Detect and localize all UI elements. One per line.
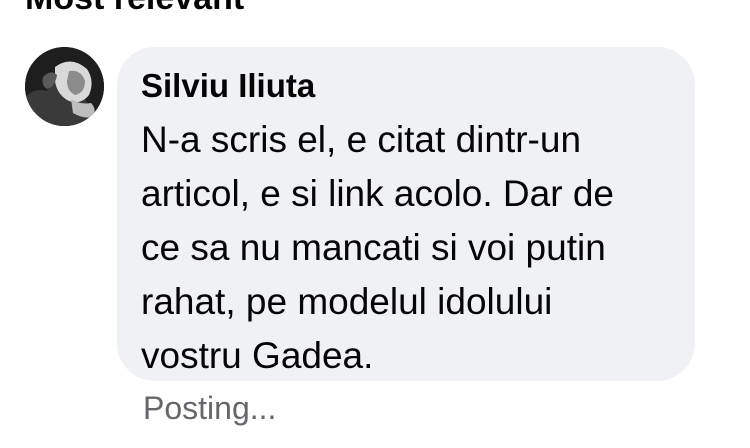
comment-line: N-a scris el, e citat dintr-un (141, 119, 582, 160)
comment-body: N-a scris el, e citat dintr-un articol, … (141, 113, 671, 383)
comment-bubble[interactable]: Silviu Iliuta N-a scris el, e citat dint… (117, 47, 695, 381)
user-avatar-photo-icon (25, 47, 104, 126)
comment-line: ce sa nu mancati si voi putin (141, 227, 606, 268)
comment-thread: Most relevant Silviu Iliuta N-a scris el… (0, 0, 750, 448)
comment-line: articol, e si link acolo. Dar de (141, 173, 614, 214)
sort-header-most-relevant[interactable]: Most relevant (25, 0, 244, 18)
posting-status: Posting... (143, 390, 277, 426)
user-avatar[interactable] (25, 47, 104, 126)
comment-author-name[interactable]: Silviu Iliuta (141, 65, 671, 107)
comment-line: vostru Gadea. (141, 335, 374, 376)
comment-line: rahat, pe modelul idolului (141, 281, 553, 322)
